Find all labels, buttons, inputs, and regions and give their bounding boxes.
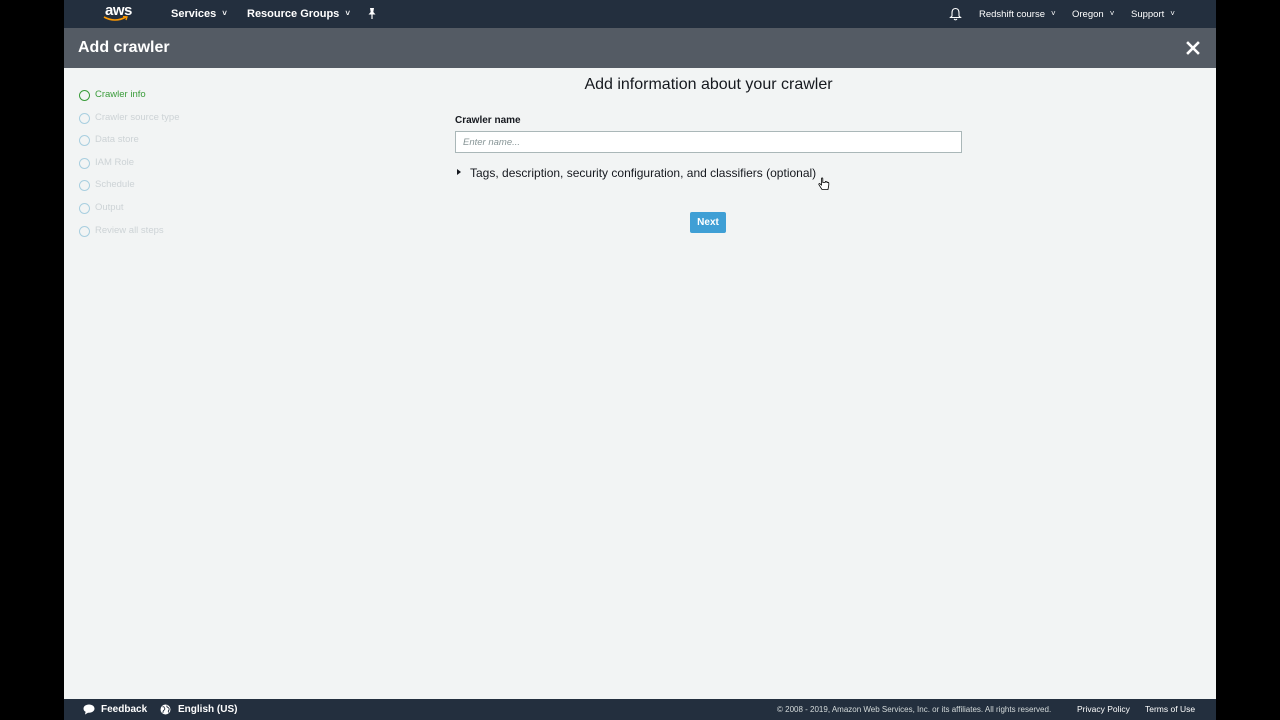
- optional-settings-expander[interactable]: Tags, description, security configuratio…: [457, 166, 816, 180]
- account-name: Redshift course: [979, 9, 1046, 20]
- services-menu[interactable]: Services ˅: [171, 0, 227, 28]
- hand-cursor-icon: [818, 177, 830, 190]
- resource-groups-label: Resource Groups: [247, 8, 340, 20]
- terms-of-use-link[interactable]: Terms of Use: [1145, 699, 1195, 720]
- region-name: Oregon: [1072, 9, 1104, 20]
- chevron-down-icon: ˅: [345, 9, 350, 18]
- step-label: Data store: [95, 134, 139, 145]
- console-frame: aws Services ˅ Resource Groups ˅ Redshift …: [64, 0, 1216, 720]
- wizard-header: Add crawler: [64, 28, 1216, 68]
- crawler-name-input[interactable]: [455, 131, 962, 153]
- bell-icon[interactable]: [949, 7, 962, 21]
- feedback-icon[interactable]: [83, 704, 95, 715]
- account-menu[interactable]: Redshift course ˅: [979, 0, 1056, 28]
- chevron-down-icon: ˅: [1109, 9, 1115, 18]
- chevron-down-icon: ˅: [222, 9, 227, 18]
- feedback-link[interactable]: Feedback: [101, 699, 147, 720]
- step-label: Schedule: [95, 179, 135, 190]
- aws-smile-icon: [103, 16, 128, 21]
- step-circle-icon: [79, 203, 90, 214]
- step-label: IAM Role: [95, 157, 135, 168]
- pin-icon[interactable]: [367, 7, 377, 21]
- chevron-down-icon: ˅: [1051, 9, 1056, 18]
- copyright-text: © 2008 - 2019, Amazon Web Services, Inc.…: [777, 705, 1052, 714]
- services-menu-label: Services: [171, 8, 217, 20]
- region-menu[interactable]: Oregon ˅: [1072, 0, 1114, 28]
- crawler-name-label: Crawler name: [455, 115, 521, 126]
- privacy-policy-link[interactable]: Privacy Policy: [1077, 699, 1130, 720]
- aws-logo[interactable]: aws: [102, 3, 134, 25]
- resource-groups-menu[interactable]: Resource Groups ˅: [247, 0, 350, 28]
- top-navigation-bar: aws Services ˅ Resource Groups ˅ Redshift …: [64, 0, 1216, 28]
- step-label: Crawler info: [95, 89, 146, 100]
- step-circle-icon: [79, 90, 90, 101]
- support-menu[interactable]: Support ˅: [1131, 0, 1175, 28]
- caret-right-icon: [457, 169, 461, 175]
- support-label: Support: [1131, 9, 1165, 20]
- language-selector[interactable]: English (US): [178, 699, 237, 720]
- wizard-main-content: Add information about your crawler Crawl…: [201, 68, 1216, 694]
- optional-settings-label: Tags, description, security configuratio…: [470, 166, 817, 180]
- step-circle-icon: [79, 180, 90, 191]
- step-label: Review all steps: [95, 225, 164, 236]
- next-button[interactable]: Next: [690, 212, 726, 233]
- step-circle-icon: [79, 113, 90, 124]
- step-label: Crawler source type: [95, 112, 180, 123]
- globe-icon[interactable]: [160, 704, 171, 715]
- step-circle-icon: [79, 158, 90, 169]
- console-footer: Feedback English (US) © 2008 - 2019, Ama…: [64, 699, 1216, 720]
- step-circle-icon: [79, 135, 90, 146]
- close-icon[interactable]: [1185, 40, 1201, 56]
- step-circle-icon: [79, 226, 90, 237]
- step-label: Output: [95, 202, 124, 213]
- chevron-down-icon: ˅: [1170, 9, 1175, 18]
- wizard-steps-sidebar: Crawler info Crawler source type Data st…: [64, 68, 201, 694]
- page-title: Add crawler: [78, 39, 170, 56]
- section-heading: Add information about your crawler: [584, 76, 833, 93]
